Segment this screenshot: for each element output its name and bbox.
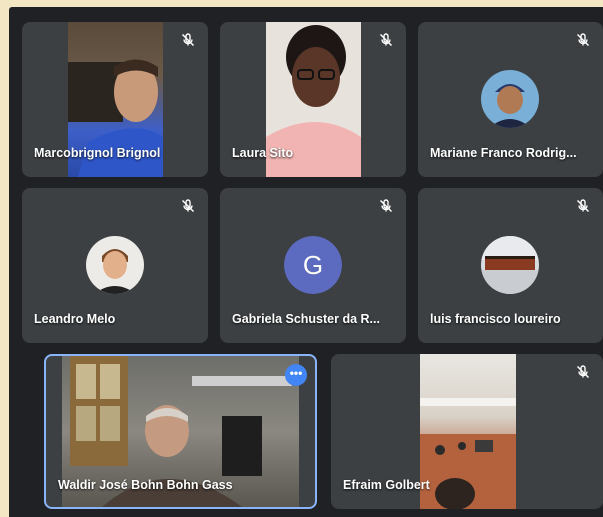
participant-name: Laura Sito <box>232 146 294 160</box>
participant-avatar <box>481 236 539 294</box>
participant-tile[interactable]: Mariane Franco Rodrig... <box>418 22 603 177</box>
participant-avatar: G <box>284 236 342 294</box>
participant-tile[interactable]: G Gabriela Schuster da R... <box>220 188 406 343</box>
participant-name: Mariane Franco Rodrig... <box>430 146 577 160</box>
participant-name: luis francisco loureiro <box>430 312 561 326</box>
participant-tile-active[interactable]: ••• Waldir José Bohn Bohn Gass <box>44 354 317 509</box>
mic-off-icon <box>576 199 590 213</box>
participant-tile[interactable]: Marcobrignol Brignol <box>22 22 208 177</box>
mic-off-icon <box>576 365 590 379</box>
participant-name: Leandro Melo <box>34 312 116 326</box>
mic-off-icon <box>181 199 195 213</box>
participant-name: Gabriela Schuster da R... <box>232 312 380 326</box>
participant-video <box>420 354 516 509</box>
participant-name: Efraim Golbert <box>343 478 430 492</box>
avatar-initial: G <box>302 249 324 280</box>
participant-tile[interactable]: Leandro Melo <box>22 188 208 343</box>
participant-tile[interactable]: luis francisco loureiro <box>418 188 603 343</box>
participant-avatar <box>481 70 539 128</box>
participant-tile[interactable]: Efraim Golbert <box>331 354 603 509</box>
mic-off-icon <box>379 199 393 213</box>
meeting-grid: Marcobrignol Brignol Laura Sito Mariane … <box>9 7 603 517</box>
more-options-button[interactable]: ••• <box>285 364 307 386</box>
participant-tile[interactable]: Laura Sito <box>220 22 406 177</box>
participant-name: Marcobrignol Brignol <box>34 146 161 160</box>
participant-name: Waldir José Bohn Bohn Gass <box>58 478 233 492</box>
mic-off-icon <box>181 33 195 47</box>
mic-off-icon <box>379 33 393 47</box>
mic-off-icon <box>576 33 590 47</box>
participant-avatar <box>86 236 144 294</box>
